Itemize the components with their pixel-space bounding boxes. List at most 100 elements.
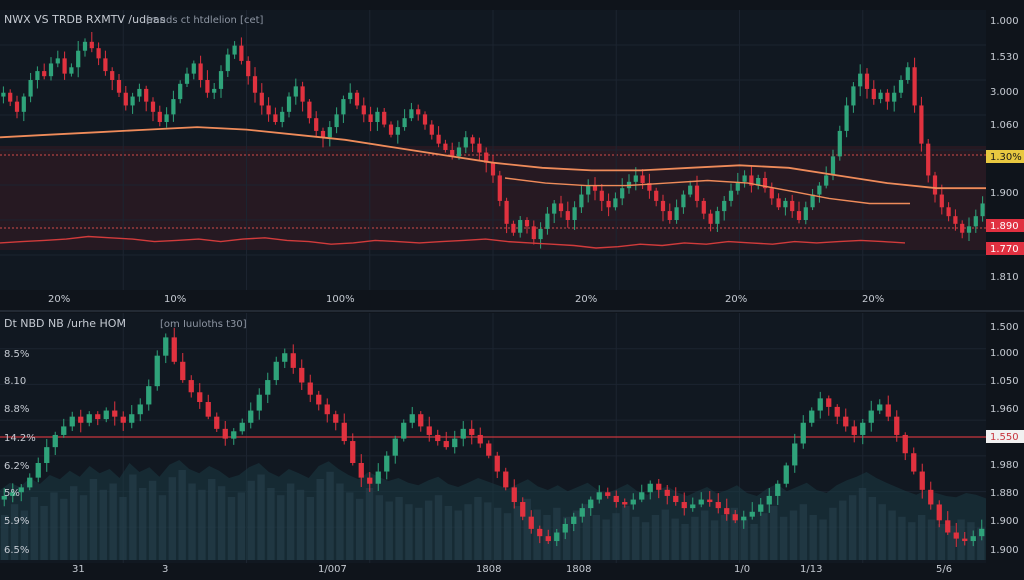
candle-body bbox=[758, 504, 764, 512]
candle-body bbox=[579, 194, 584, 208]
candle-body bbox=[817, 185, 822, 195]
candle-body bbox=[537, 528, 543, 537]
candle-body bbox=[953, 216, 958, 224]
candle-body bbox=[197, 392, 203, 403]
candle-body bbox=[724, 508, 730, 515]
candle-body bbox=[259, 92, 264, 106]
candle-body bbox=[524, 220, 530, 227]
candle-body bbox=[843, 416, 849, 427]
top-chart-subtitle: [mnds ct htdlelion [cet] bbox=[146, 15, 264, 26]
bottom-y-tick-left: 6.5% bbox=[4, 545, 29, 556]
bottom-y-tick-right: 1.050 bbox=[990, 376, 1019, 387]
top-x-tick: 100% bbox=[326, 294, 355, 305]
candle-body bbox=[469, 428, 475, 435]
chart-root: NWX VS TRDB RXMTV /udeas [mnds ct htdlel… bbox=[0, 0, 1024, 576]
candle-body bbox=[112, 410, 118, 417]
candle-body bbox=[647, 483, 653, 493]
candle-body bbox=[184, 73, 190, 84]
bottom-panel: Dt NBD NB /urhe HOM [om Iuuloths t30] 8.… bbox=[0, 313, 1024, 575]
candle-body bbox=[62, 58, 67, 74]
candle-body bbox=[358, 463, 364, 478]
candle-body bbox=[341, 99, 346, 115]
candle-body bbox=[810, 194, 815, 208]
candle-body bbox=[171, 337, 177, 362]
candle-body bbox=[248, 410, 254, 423]
candle-body bbox=[401, 422, 407, 439]
candle-body bbox=[273, 361, 279, 381]
candle-body bbox=[470, 137, 475, 144]
candle-body bbox=[552, 203, 557, 214]
candle-body bbox=[55, 58, 60, 64]
candle-body bbox=[436, 134, 441, 144]
candle-body bbox=[48, 63, 54, 77]
candle-body bbox=[286, 96, 292, 112]
candle-body bbox=[232, 45, 237, 55]
candle-body bbox=[588, 499, 594, 509]
bottom-x-tick: 3 bbox=[162, 564, 168, 575]
candle-body bbox=[834, 406, 840, 417]
bottom-y-tick-right: 1.880 bbox=[990, 488, 1019, 499]
candle-body bbox=[654, 190, 659, 201]
candle-body bbox=[830, 156, 836, 176]
candle-body bbox=[545, 213, 550, 229]
top-y-tick: 1.900 bbox=[990, 188, 1019, 199]
candle-body bbox=[800, 422, 806, 444]
candle-body bbox=[316, 394, 322, 405]
candle-body bbox=[456, 147, 462, 157]
candle-body bbox=[732, 514, 738, 521]
candle-body bbox=[375, 111, 380, 122]
candle-body bbox=[520, 502, 526, 517]
candle-body bbox=[429, 124, 434, 135]
candle-body bbox=[150, 101, 156, 112]
candle-body bbox=[324, 404, 330, 415]
bottom-y-tick-left: 14.2% bbox=[4, 433, 36, 444]
candle-body bbox=[222, 428, 228, 439]
bottom-x-tick: 5/6 bbox=[936, 564, 952, 575]
candle-body bbox=[660, 200, 666, 212]
candle-body bbox=[599, 190, 604, 201]
candle-body bbox=[164, 114, 169, 122]
candle-body bbox=[280, 111, 285, 122]
bottom-chart-title: Dt NBD NB /urhe HOM bbox=[4, 317, 126, 330]
candle-body bbox=[368, 114, 373, 122]
candle-body bbox=[783, 465, 789, 484]
candle-body bbox=[299, 367, 305, 383]
candle-body bbox=[518, 220, 523, 233]
candle-body bbox=[103, 410, 109, 420]
candle-body bbox=[860, 422, 866, 435]
candle-body bbox=[418, 414, 424, 427]
candle-body bbox=[463, 137, 468, 148]
candle-body bbox=[28, 80, 33, 97]
candle-body bbox=[728, 190, 734, 201]
bottom-y-tick-right: 1.980 bbox=[990, 460, 1019, 471]
candle-body bbox=[722, 200, 727, 212]
candle-body bbox=[962, 538, 968, 542]
candle-body bbox=[314, 118, 319, 131]
candle-body bbox=[188, 380, 194, 393]
candle-body bbox=[953, 532, 959, 539]
candle-body bbox=[422, 114, 428, 125]
candle-body bbox=[52, 434, 58, 448]
candle-body bbox=[592, 185, 598, 191]
candle-body bbox=[1, 92, 6, 97]
candle-body bbox=[191, 63, 196, 74]
candle-body bbox=[239, 422, 245, 432]
candle-body bbox=[809, 410, 815, 423]
candle-body bbox=[928, 489, 934, 505]
candle-body bbox=[96, 48, 101, 59]
candle-body bbox=[129, 414, 135, 423]
candle-body bbox=[630, 499, 636, 505]
candle-body bbox=[214, 416, 220, 429]
candle-body bbox=[154, 355, 160, 387]
candle-body bbox=[443, 441, 449, 448]
top-y-tick: 1.810 bbox=[990, 272, 1019, 283]
candle-body bbox=[69, 67, 74, 74]
candle-body bbox=[892, 92, 897, 102]
candle-body bbox=[35, 71, 40, 80]
bottom-y-tick-left: 8.8% bbox=[4, 404, 29, 415]
candle-body bbox=[486, 443, 492, 456]
candle-body bbox=[667, 211, 672, 220]
candle-body bbox=[110, 71, 115, 80]
candle-body bbox=[35, 463, 41, 478]
bottom-y-tick-left: 5% bbox=[4, 488, 20, 499]
